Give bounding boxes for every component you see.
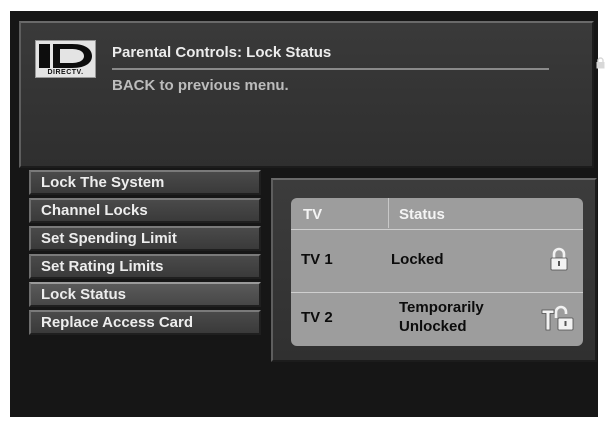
header-divider bbox=[291, 229, 583, 230]
menu-item-channel-locks[interactable]: Channel Locks bbox=[29, 198, 261, 223]
menu-item-lock-system[interactable]: Lock The System bbox=[29, 170, 261, 195]
tv-screen: DIRECTV. Parental Controls: Lock Status … bbox=[10, 11, 605, 417]
row2-tv: TV 2 bbox=[301, 309, 333, 326]
menu-item-lock-status[interactable]: Lock Status bbox=[29, 282, 261, 307]
header-column-divider bbox=[388, 198, 389, 228]
header-panel: DIRECTV. Parental Controls: Lock Status … bbox=[19, 21, 605, 168]
lock-icon bbox=[596, 57, 605, 69]
brand-text: DIRECTV. bbox=[47, 69, 84, 76]
header-tv: TV bbox=[303, 206, 323, 223]
row-divider bbox=[291, 292, 583, 293]
header-status: Status bbox=[399, 206, 445, 223]
row2-status-line1: Temporarily bbox=[399, 299, 484, 316]
menu-item-rating-limits[interactable]: Set Rating Limits bbox=[29, 254, 261, 279]
padlock-locked-icon bbox=[550, 247, 568, 271]
directv-logo: DIRECTV. bbox=[35, 40, 96, 78]
lock-status-panel: TV Status TV 1 Locked TV 2 Temporarily U… bbox=[271, 178, 597, 362]
lock-status-table: TV Status TV 1 Locked TV 2 Temporarily U… bbox=[291, 198, 583, 346]
back-hint: BACK to previous menu. bbox=[112, 77, 289, 94]
temporarily-unlocked-icon bbox=[541, 305, 574, 331]
page-title: Parental Controls: Lock Status bbox=[112, 44, 332, 61]
directv-d-icon bbox=[39, 44, 92, 68]
row1-tv: TV 1 bbox=[301, 251, 333, 268]
row1-status: Locked bbox=[391, 251, 444, 268]
menu-item-replace-access-card[interactable]: Replace Access Card bbox=[29, 310, 261, 335]
menu-item-spending-limit[interactable]: Set Spending Limit bbox=[29, 226, 261, 251]
row2-status-line2: Unlocked bbox=[399, 318, 467, 335]
title-divider bbox=[112, 68, 549, 70]
